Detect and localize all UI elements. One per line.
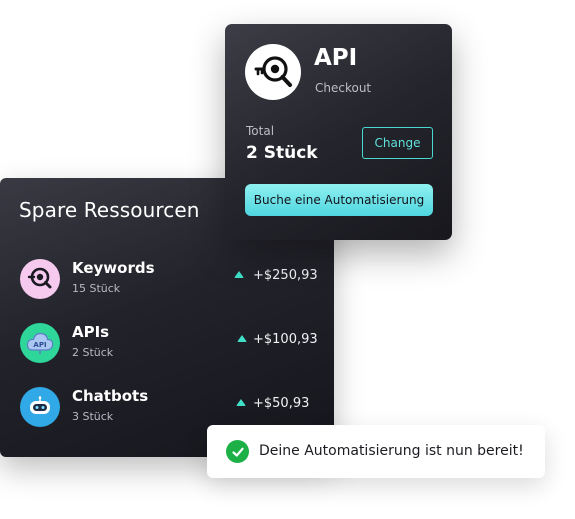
change-button[interactable]: Change (362, 127, 433, 159)
robot-icon (20, 387, 60, 427)
svg-text:API: API (33, 341, 46, 349)
resource-value: +$250,93 (253, 268, 318, 283)
panel-title: Spare Ressourcen (19, 198, 200, 222)
checkout-title: API (314, 45, 358, 71)
api-cloud-icon: API (20, 323, 60, 363)
resource-count: 2 Stück (72, 346, 114, 359)
resource-name: Keywords (72, 259, 155, 277)
resource-count: 3 Stück (72, 410, 114, 423)
resource-item-keywords[interactable]: Keywords 15 Stück +$250,93 (0, 257, 334, 301)
resource-name: Chatbots (72, 387, 149, 405)
resource-value: +$50,93 (253, 396, 310, 411)
resource-value: +$100,93 (253, 332, 318, 347)
check-circle-icon (226, 440, 249, 463)
resource-item-chatbots[interactable]: Chatbots 3 Stück +$50,93 (0, 385, 334, 429)
resource-count: 15 Stück (72, 282, 121, 295)
resource-item-apis[interactable]: API APIs 2 Stück +$100,93 (0, 321, 334, 365)
total-value: 2 Stück (246, 143, 318, 163)
resource-name: APIs (72, 323, 110, 341)
total-label: Total (246, 124, 275, 138)
success-toast: Deine Automatisierung ist nun bereit! (207, 425, 545, 478)
toast-message: Deine Automatisierung ist nun bereit! (259, 443, 524, 459)
api-checkout-card: API Checkout Total 2 Stück Change Buche … (225, 24, 452, 240)
trend-up-icon (237, 335, 247, 342)
trend-up-icon (236, 399, 246, 406)
keyword-search-icon (20, 259, 60, 299)
key-search-icon (245, 44, 301, 100)
book-automation-button[interactable]: Buche eine Automatisierung (245, 184, 433, 216)
trend-up-icon (234, 271, 244, 278)
checkout-subtitle: Checkout (315, 81, 372, 95)
